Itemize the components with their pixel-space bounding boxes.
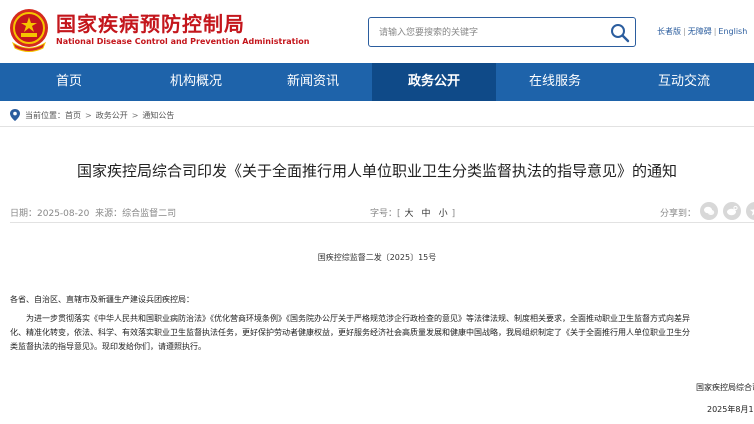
breadcrumb-label: 当前位置：	[25, 110, 65, 120]
article-meta: 日期：2025-08-20 来源：综合监督二司	[10, 206, 176, 219]
nav-item-gov-affairs[interactable]: 政务公开	[372, 63, 496, 101]
link-separator: |	[713, 27, 717, 36]
body-line: 化、精准化转变，依法、科学、有效落实职业卫生监督执法任务，更好保护劳动者健康权益…	[10, 328, 690, 337]
breadcrumb-separator: >	[131, 110, 139, 120]
font-size-control: 字号：[ 大中小]	[370, 206, 455, 219]
breadcrumb-gov-affairs[interactable]: 政务公开	[96, 110, 128, 121]
nav-item-home[interactable]: 首页	[0, 63, 138, 101]
signature-date: 2025年8月1	[707, 405, 754, 414]
location-pin-icon	[10, 109, 20, 121]
accessibility-link[interactable]: 无障碍	[688, 27, 712, 36]
site-title-cn[interactable]: 国家疾病预防控制局	[56, 8, 245, 37]
share-icons	[700, 202, 754, 220]
article-body: 为进一步贯彻落实《中华人民共和国职业病防治法》《优化营商环境条例》《国务院办公厅…	[10, 312, 754, 354]
breadcrumb-notices[interactable]: 通知公告	[142, 110, 174, 121]
top-links: 长者版 | 无障碍 | English	[657, 26, 747, 37]
weibo-icon[interactable]	[723, 202, 741, 220]
site-header: 国家疾病预防控制局 National Disease Control and P…	[0, 0, 754, 63]
body-line: 类监督执法的指导意见》。现印发给你们，请遵照执行。	[10, 342, 206, 351]
wechat-icon[interactable]	[700, 202, 718, 220]
national-emblem-icon[interactable]	[7, 7, 51, 53]
font-size-large[interactable]: 大	[405, 209, 414, 219]
link-separator: |	[683, 27, 686, 36]
elder-mode-link[interactable]: 长者版	[657, 27, 681, 36]
search-box	[368, 17, 636, 47]
nav-item-about[interactable]: 机构概况	[138, 63, 254, 101]
site-title-en[interactable]: National Disease Control and Prevention …	[56, 37, 309, 46]
breadcrumb: 当前位置： 首页 > 政务公开 > 通知公告	[10, 109, 174, 121]
nav-item-online-service[interactable]: 在线服务	[496, 63, 614, 101]
font-size-label: 字号：	[370, 209, 398, 219]
font-size-small[interactable]: 小	[439, 209, 448, 219]
document-number: 国疾控综监督二发〔2025〕15号	[317, 253, 437, 262]
font-size-medium[interactable]: 中	[422, 209, 431, 219]
share-label: 分享到：	[660, 209, 697, 219]
addressee: 各省、自治区、直辖市及新疆生产建设兵团疾控局：	[10, 295, 194, 304]
article-source: 综合监督二司	[122, 209, 177, 219]
breadcrumb-home[interactable]: 首页	[65, 110, 81, 121]
nav-item-news[interactable]: 新闻资讯	[254, 63, 372, 101]
nav-item-interaction[interactable]: 互动交流	[614, 63, 754, 101]
english-link[interactable]: English	[718, 27, 747, 36]
signature: 国家疾控局综合司	[696, 383, 754, 392]
source-label: 来源：	[95, 209, 123, 219]
body-line: 为进一步贯彻落实《中华人民共和国职业病防治法》《优化营商环境条例》《国务院办公厅…	[26, 314, 690, 323]
main-nav: 首页 机构概况 新闻资讯 政务公开 在线服务 互动交流	[0, 63, 754, 101]
breadcrumb-separator: >	[85, 110, 92, 120]
meta-divider	[10, 222, 754, 223]
article-title: 国家疾控局综合司印发《关于全面推行用人单位职业卫生分类监督执法的指导意见》的通知	[76, 162, 677, 180]
date-label: 日期：	[10, 209, 38, 219]
breadcrumb-divider	[0, 126, 754, 127]
article-date: 2025-08-20	[37, 209, 90, 219]
bracket-right: ]	[451, 209, 456, 219]
qzone-icon[interactable]	[746, 202, 754, 220]
search-input[interactable]	[379, 24, 599, 42]
search-icon[interactable]	[609, 22, 631, 44]
bracket-left: [	[397, 209, 401, 219]
